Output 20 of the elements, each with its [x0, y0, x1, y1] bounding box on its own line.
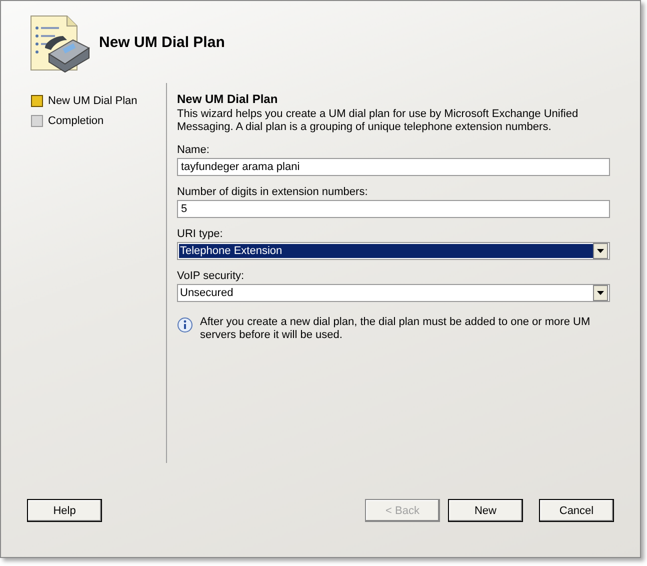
field-label: URI type: — [177, 228, 224, 240]
step-item[interactable]: New UM Dial Plan — [31, 91, 166, 111]
wizard-button[interactable]: Cancel — [539, 499, 614, 522]
dropdown-field[interactable]: Unsecured — [177, 284, 610, 302]
help-button[interactable]: Help — [27, 499, 102, 522]
wizard-button[interactable]: New — [448, 499, 523, 522]
step-label: New UM Dial Plan — [48, 95, 138, 107]
text-field[interactable]: 5 — [177, 200, 610, 218]
field-label: VoIP security: — [177, 270, 246, 282]
info-note: After you create a new dial plan, the dial plan must be added to one or more UM servers before it will be used. — [200, 316, 592, 342]
field-label: Number of digits in extension numbers: — [177, 186, 369, 198]
wizard-title: New UM Dial Plan — [99, 34, 225, 50]
field-label: Name: — [177, 144, 210, 156]
text-field[interactable]: tayfundeger arama plani — [177, 158, 610, 176]
page-title: New UM Dial Plan — [177, 92, 279, 106]
step-item[interactable]: Completion — [31, 111, 166, 131]
dropdown-field[interactable]: Telephone Extension — [177, 242, 610, 260]
info-icon — [177, 317, 193, 333]
step-label: Completion — [48, 115, 104, 127]
intro-text: This wizard helps you create a UM dial plan for use by Microsoft Exchange Unified Messaging. A dial plan is a grouping of unique telephone extension numbers. — [177, 108, 580, 134]
